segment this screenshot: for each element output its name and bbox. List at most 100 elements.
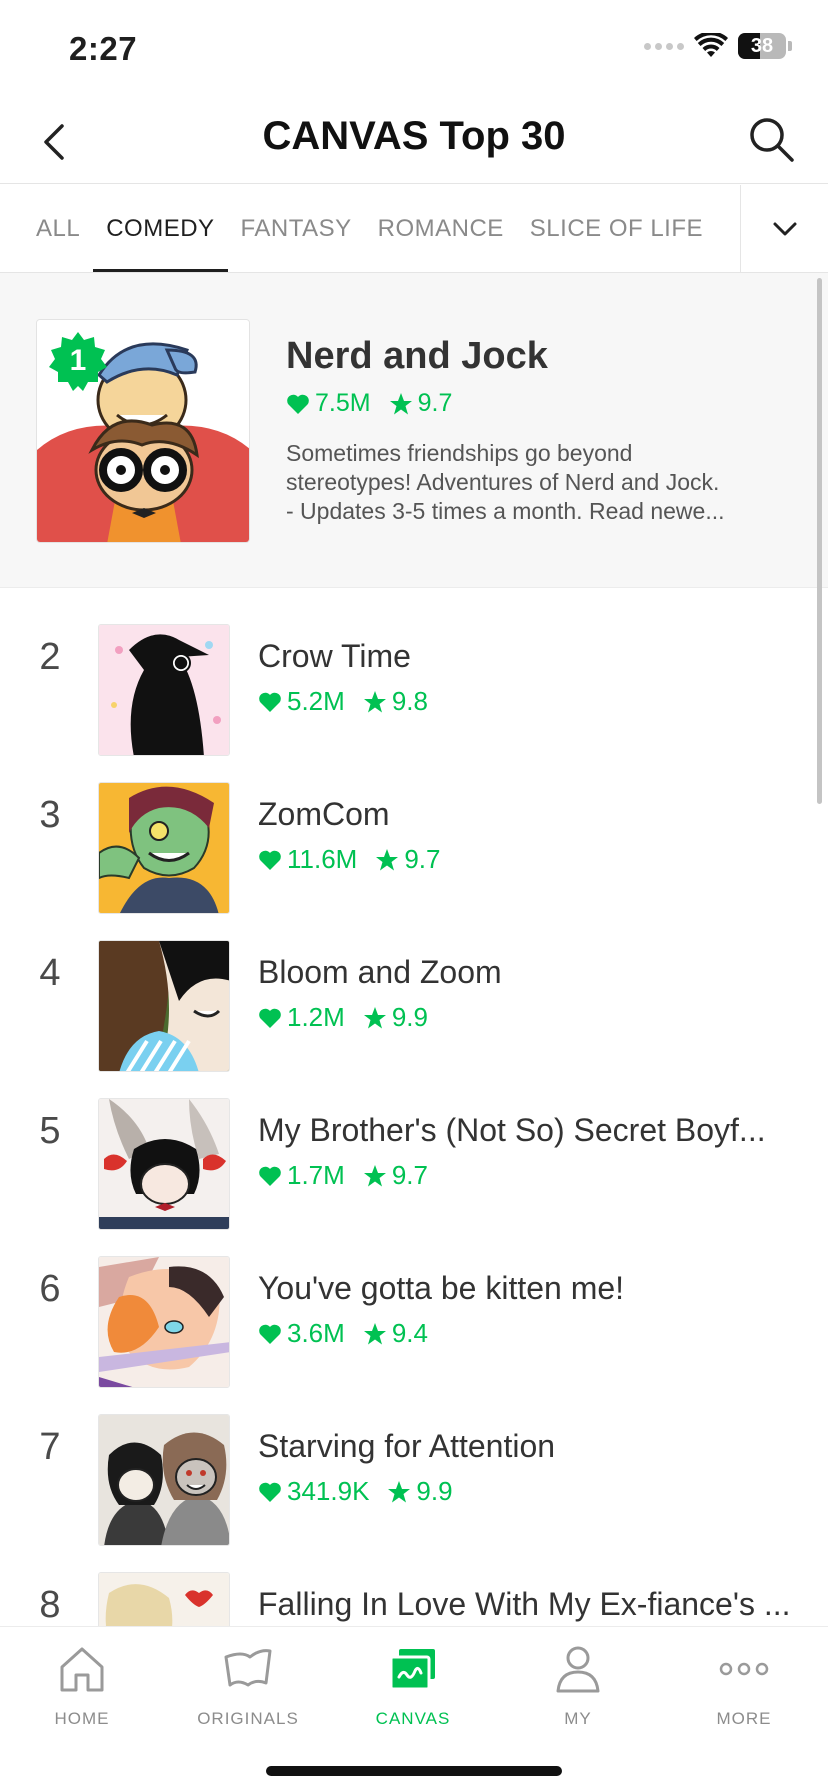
likes-count: 3.6M: [287, 1318, 345, 1348]
series-thumbnail: [98, 624, 230, 756]
heart-icon: [259, 692, 281, 712]
nav-canvas[interactable]: CANVAS: [343, 1641, 483, 1751]
likes-stat: 3.6M: [258, 1318, 345, 1349]
series-thumbnail: [98, 1256, 230, 1388]
rating-stat: 9.7: [389, 389, 453, 418]
rank-number: 7: [39, 1426, 61, 1468]
series-thumbnail: [98, 782, 230, 914]
rating-value: 9.8: [391, 686, 428, 716]
tab-all[interactable]: ALL: [0, 185, 93, 272]
person-icon: [556, 1646, 600, 1693]
my-brothers-secret-boyfriend-cover-image: [99, 1099, 229, 1229]
ranking-row[interactable]: 3 ZomCom 11.6M 9.7: [0, 746, 828, 914]
heart-icon: [259, 1166, 281, 1186]
tab-romance[interactable]: ROMANCE: [365, 185, 517, 272]
star-icon: [363, 1322, 386, 1344]
nav-more[interactable]: MORE: [674, 1641, 814, 1751]
star-icon: [363, 1006, 386, 1028]
star-icon: [363, 1164, 386, 1186]
featured-rating: 9.7: [417, 389, 453, 417]
nav-originals-label: ORIGINALS: [197, 1709, 299, 1728]
tab-slice-of-life[interactable]: SLICE OF LIFE: [517, 185, 716, 272]
featured-likes: 7.5M: [315, 389, 371, 417]
bloom-and-zoom-cover-image: [99, 941, 229, 1071]
featured-stats: 7.5M 9.7: [286, 389, 452, 418]
search-button[interactable]: [746, 114, 798, 166]
series-thumbnail: [98, 1098, 230, 1230]
rating-stat: 9.7: [363, 1160, 428, 1191]
rank-number: 5: [39, 1110, 61, 1152]
likes-stat: 7.5M: [286, 389, 371, 418]
rating-value: 9.9: [416, 1476, 453, 1506]
rating-stat: 9.4: [363, 1318, 428, 1349]
nav-my[interactable]: MY: [508, 1641, 648, 1751]
rank-number: 8: [39, 1584, 61, 1626]
star-icon: [363, 690, 386, 712]
star-icon: [388, 1480, 411, 1502]
series-thumbnail: [98, 1414, 230, 1546]
star-icon: [389, 392, 412, 414]
series-stats: 1.7M 9.7: [258, 1160, 428, 1191]
featured-series-card[interactable]: 1 Nerd and Jock 7.5M 9.7 Sometimes frien…: [0, 273, 828, 588]
series-stats: 11.6M 9.7: [258, 844, 441, 875]
zomcom-cover-image: [99, 783, 229, 913]
falling-in-love-cover-image: [99, 1573, 229, 1626]
rating-value: 9.7: [404, 844, 441, 874]
status-bar: 2:27 38: [0, 0, 828, 100]
battery-tip: [788, 41, 792, 51]
genre-tabs: ALL COMEDY FANTASY ROMANCE SLICE OF LIFE: [0, 185, 828, 273]
nav-my-label: MY: [564, 1709, 592, 1728]
series-stats: 341.9K 9.9: [258, 1476, 453, 1507]
rating-stat: 9.9: [387, 1476, 453, 1507]
rating-value: 9.9: [391, 1002, 428, 1032]
series-thumbnail: [98, 1572, 230, 1626]
home-indicator[interactable]: [266, 1766, 562, 1776]
starving-for-attention-cover-image: [99, 1415, 229, 1545]
ranking-row[interactable]: 4 Bloom and Zoom 1.2M 9.9: [0, 904, 828, 1072]
ranking-row[interactable]: 8 Falling In Love With My Ex-fiance's ..…: [0, 1536, 828, 1626]
series-stats: 5.2M 9.8: [258, 686, 428, 717]
heart-icon: [259, 1482, 281, 1502]
originals-icon: [224, 1649, 272, 1687]
featured-description-line: Sometimes friendships go beyond: [286, 440, 633, 466]
ranking-row[interactable]: 6 You've gotta be kitten me! 3.6M 9.4: [0, 1220, 828, 1388]
rank-number: 6: [39, 1268, 61, 1310]
rating-value: 9.4: [391, 1318, 428, 1348]
series-stats: 3.6M 9.4: [258, 1318, 428, 1349]
nav-canvas-label: CANVAS: [375, 1709, 451, 1728]
heart-icon: [287, 394, 309, 414]
likes-stat: 1.7M: [258, 1160, 345, 1191]
search-icon: [750, 118, 794, 162]
rating-value: 9.7: [391, 1160, 428, 1190]
series-title: Starving for Attention: [258, 1428, 556, 1464]
rank-number: 3: [39, 794, 61, 836]
nav-home[interactable]: HOME: [12, 1641, 152, 1751]
rank-number: 2: [39, 636, 61, 678]
app-header: CANVAS Top 30: [0, 100, 828, 184]
home-icon: [60, 1647, 104, 1692]
series-stats: 1.2M 9.9: [258, 1002, 428, 1033]
featured-title: Nerd and Jock: [286, 335, 548, 377]
wifi-icon: [694, 33, 728, 57]
rating-stat: 9.8: [363, 686, 428, 717]
series-title: My Brother's (Not So) Secret Boyf...: [258, 1112, 766, 1148]
kitten-me-cover-image: [99, 1257, 229, 1387]
scrollbar[interactable]: [817, 278, 822, 804]
series-title: Falling In Love With My Ex-fiance's ...: [258, 1586, 791, 1622]
featured-thumbnail: 1: [36, 319, 250, 543]
likes-count: 1.2M: [287, 1002, 345, 1032]
featured-rank-number: 1: [69, 344, 87, 377]
expand-genres-button[interactable]: [740, 185, 828, 272]
status-indicators: 38: [644, 33, 792, 59]
rating-stat: 9.7: [375, 844, 441, 875]
ranking-row[interactable]: 5 My Brother's (Not So) Secret Boyf... 1…: [0, 1062, 828, 1230]
likes-count: 341.9K: [287, 1476, 370, 1506]
more-icon: [719, 1662, 769, 1676]
ranking-row[interactable]: 2 Crow Time 5.2M 9.8: [0, 588, 828, 756]
tab-comedy[interactable]: COMEDY: [93, 185, 228, 272]
tab-fantasy[interactable]: FANTASY: [228, 185, 365, 272]
likes-stat: 5.2M: [258, 686, 345, 717]
nav-originals[interactable]: ORIGINALS: [178, 1641, 318, 1751]
canvas-icon: [389, 1649, 435, 1691]
ranking-row[interactable]: 7 Starving for Attention 341.9K 9.9: [0, 1378, 828, 1546]
